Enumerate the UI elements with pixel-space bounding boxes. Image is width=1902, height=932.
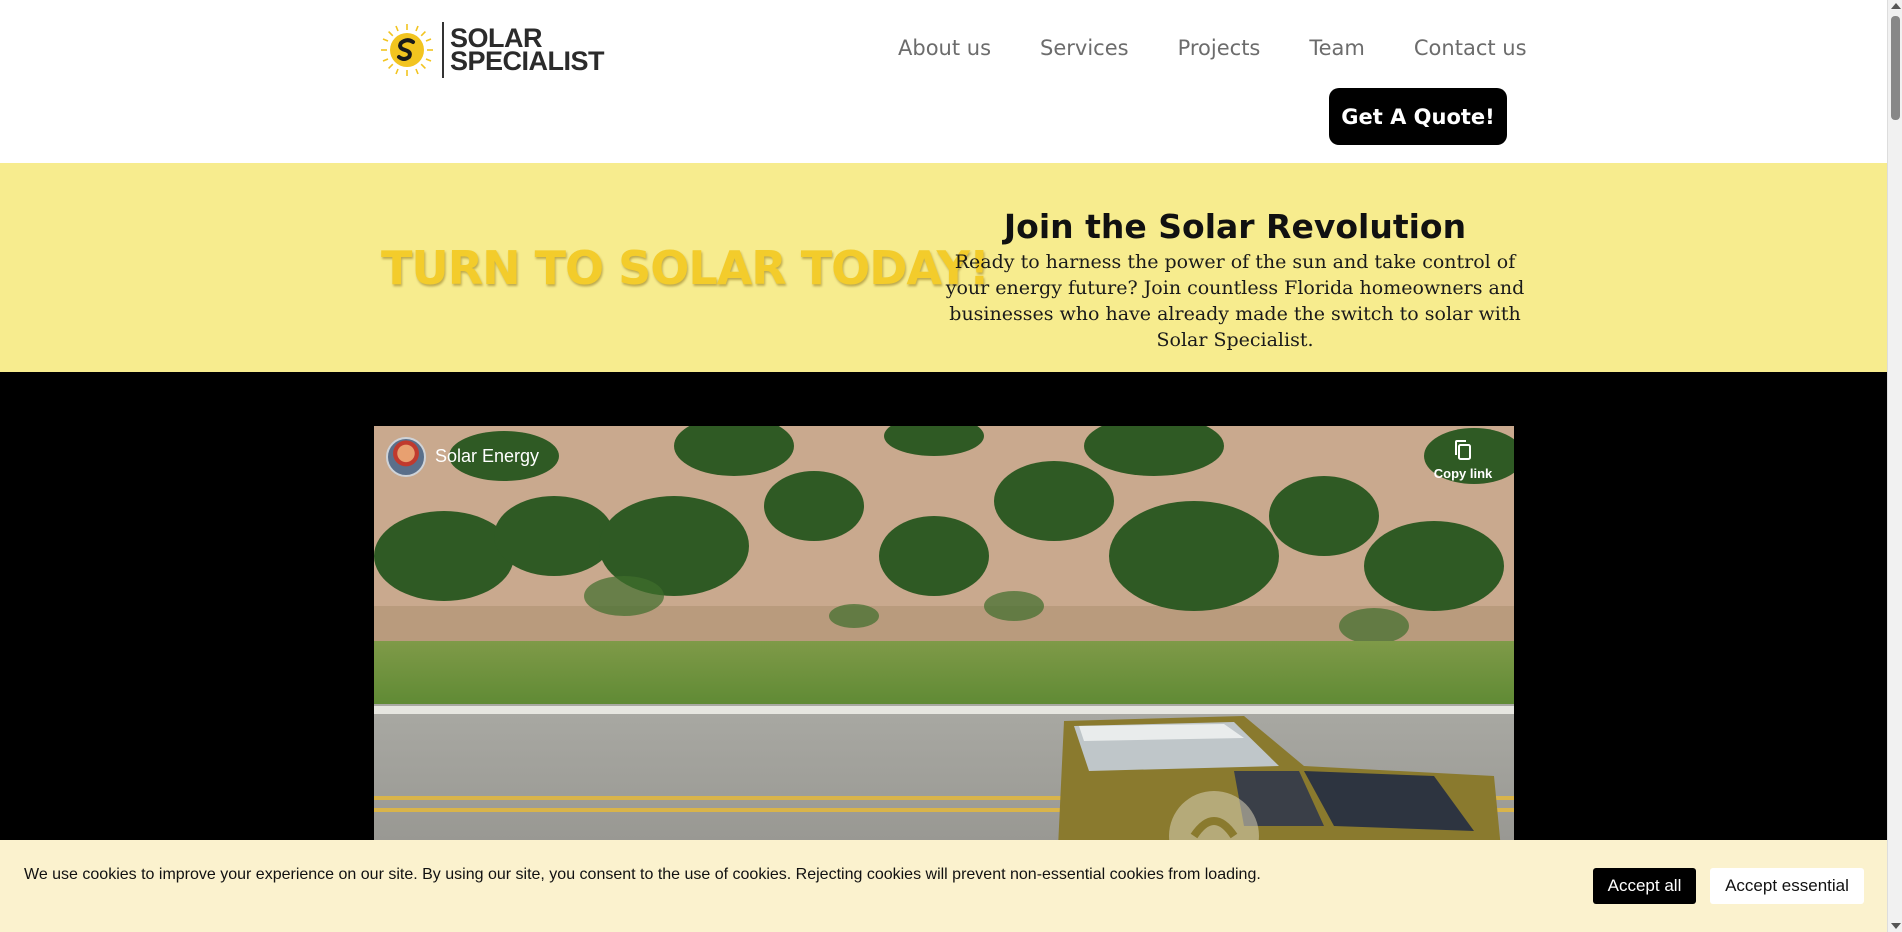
copy-link-label: Copy link <box>1433 466 1493 481</box>
main-nav: About us Services Projects Team Contact … <box>898 36 1576 60</box>
nav-team[interactable]: Team <box>1309 36 1365 60</box>
accept-essential-button[interactable]: Accept essential <box>1710 868 1864 904</box>
scroll-down-arrow-icon[interactable] <box>1891 923 1901 929</box>
copy-icon <box>1455 440 1471 460</box>
scroll-up-arrow-icon[interactable] <box>1891 3 1901 9</box>
cookie-message: We use cookies to improve your experienc… <box>24 866 1261 883</box>
hero-title: Join the Solar Revolution <box>1003 207 1467 246</box>
hero-banner: TURN TO SOLAR TODAY! Join the Solar Revo… <box>0 163 1887 372</box>
get-quote-button[interactable]: Get A Quote! <box>1329 88 1507 145</box>
accept-all-button[interactable]: Accept all <box>1593 868 1696 904</box>
copy-link-button[interactable]: Copy link <box>1428 438 1498 481</box>
page-scrollbar[interactable] <box>1887 0 1902 932</box>
sun-logo-icon <box>381 24 433 76</box>
cookie-banner: We use cookies to improve your experienc… <box>0 840 1887 932</box>
nav-services[interactable]: Services <box>1040 36 1129 60</box>
logo-wordmark: SOLAR SPECIALIST <box>450 25 605 76</box>
nav-projects[interactable]: Projects <box>1178 36 1261 60</box>
logo[interactable]: SOLAR SPECIALIST <box>380 22 605 78</box>
logo-line-2: SPECIALIST <box>450 46 605 76</box>
logo-divider <box>442 22 444 78</box>
scroll-thumb[interactable] <box>1891 16 1900 120</box>
channel-avatar[interactable] <box>386 437 426 477</box>
nav-about-us[interactable]: About us <box>898 36 991 60</box>
hero-description: Ready to harness the power of the sun an… <box>945 251 1525 351</box>
video-title[interactable]: Solar Energy <box>435 446 539 467</box>
nav-contact-us[interactable]: Contact us <box>1414 36 1527 60</box>
site-header: SOLAR SPECIALIST About us Services Proje… <box>0 0 1887 163</box>
hero-tagline: TURN TO SOLAR TODAY! <box>381 241 990 295</box>
